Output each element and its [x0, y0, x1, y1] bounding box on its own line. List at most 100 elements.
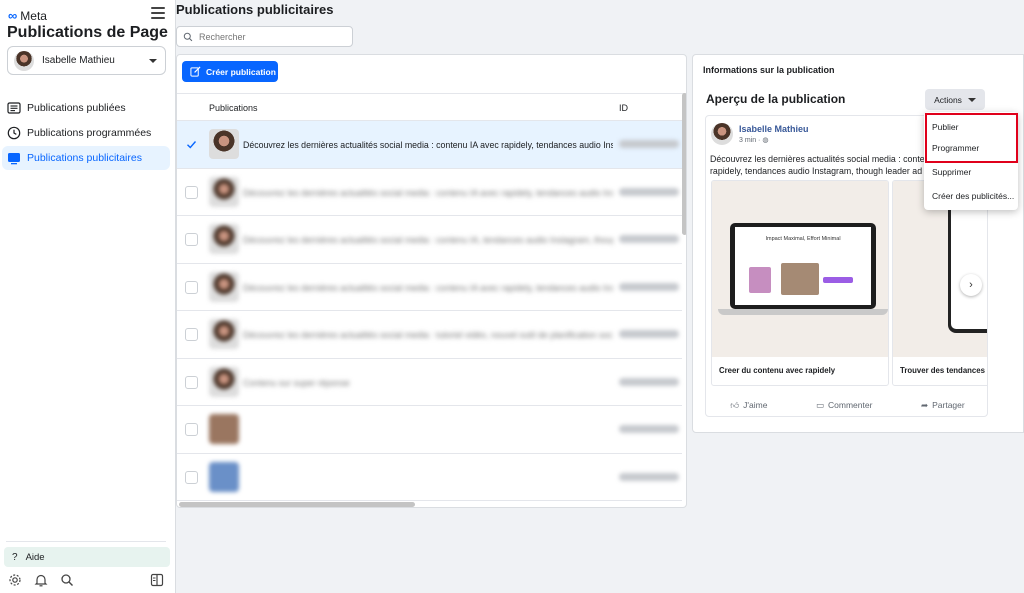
photo-placeholder — [781, 263, 819, 295]
menu-item-creer-publicites[interactable]: Créer des publicités... — [924, 184, 1018, 208]
comment-icon: ▭ — [816, 399, 825, 410]
bell-icon[interactable] — [34, 573, 48, 587]
search-box[interactable] — [176, 26, 353, 47]
search-icon[interactable] — [60, 573, 74, 587]
checkmark-icon — [187, 141, 197, 149]
chevron-down-icon — [149, 58, 157, 63]
post-id-redacted — [619, 425, 679, 433]
section-title: Publications publicitaires — [176, 2, 334, 17]
table-header: Publications ID — [177, 93, 686, 121]
post-timestamp: 3 min · ◍ — [739, 136, 768, 144]
row-checkbox[interactable] — [185, 375, 198, 389]
table-row[interactable]: Découvrez les dernières actualités socia… — [177, 311, 682, 359]
details-section-title: Informations sur la publication — [703, 65, 835, 75]
column-header-publications[interactable]: Publications — [209, 103, 258, 113]
meta-infinity-icon: ∞ — [8, 8, 18, 23]
sidebar-item-scheduled[interactable]: Publications programmées — [2, 121, 170, 145]
carousel-next-button[interactable]: › — [960, 274, 982, 296]
phone-mockup — [948, 201, 987, 333]
post-text: Découvrez les dernières actualités socia… — [243, 140, 613, 150]
publication-details-panel: Informations sur la publication Aperçu d… — [692, 54, 1024, 433]
question-icon: ? — [12, 551, 18, 563]
account-selector[interactable]: Isabelle Mathieu — [7, 46, 166, 75]
row-checkbox[interactable] — [185, 470, 198, 484]
share-icon: ➦ — [920, 399, 929, 410]
laptop-screen-content: Impact Maximal, Effort Minimal — [735, 227, 871, 305]
share-button[interactable]: ➦ Partager — [921, 400, 965, 411]
table-row[interactable]: Contenu sur super réponse — [177, 359, 682, 406]
panel-toggle-icon[interactable] — [150, 573, 164, 587]
post-thumbnail — [209, 224, 239, 254]
table-row[interactable] — [177, 454, 682, 501]
post-text: Découvrez les dernières actualités socia… — [243, 282, 613, 293]
purple-bar — [823, 277, 853, 283]
table-row[interactable]: Découvrez les dernières actualités socia… — [177, 264, 682, 311]
carousel-card[interactable]: Impact Maximal, Effort Minimal Creer du … — [711, 180, 889, 386]
chevron-down-icon — [967, 97, 976, 102]
post-text: Découvrez les dernières actualités socia… — [243, 330, 613, 340]
row-checkbox[interactable] — [185, 138, 198, 151]
post-id-redacted — [619, 282, 679, 291]
list-icon — [7, 102, 21, 114]
table-row[interactable]: Découvrez les dernières actualités socia… — [177, 169, 682, 216]
row-checkbox[interactable] — [185, 185, 198, 199]
horizontal-scrollbar[interactable] — [179, 502, 415, 507]
avatar[interactable] — [711, 123, 733, 145]
post-id-redacted — [619, 235, 679, 243]
divider — [6, 541, 166, 542]
post-carousel[interactable]: Impact Maximal, Effort Minimal Creer du … — [711, 180, 987, 386]
row-checkbox[interactable] — [185, 423, 198, 436]
search-icon — [183, 32, 193, 41]
table-row[interactable] — [177, 406, 682, 454]
share-label: Partager — [932, 400, 965, 410]
scrollbar-thumb[interactable] — [682, 93, 686, 235]
carousel-caption: Trouver des tendances audio — [900, 366, 987, 375]
ad-screen-icon — [8, 153, 20, 165]
column-header-id[interactable]: ID — [619, 103, 628, 113]
edit-icon — [190, 66, 201, 77]
row-checkbox[interactable] — [185, 233, 198, 246]
vertical-scrollbar[interactable] — [682, 93, 686, 507]
post-id-redacted — [619, 377, 679, 386]
post-thumbnail — [209, 461, 239, 492]
sidebar-item-ads[interactable]: Publications publicitaires — [2, 146, 170, 170]
carousel-image: Impact Maximal, Effort Minimal — [712, 181, 888, 357]
gear-icon[interactable] — [8, 573, 22, 587]
post-id-redacted — [619, 330, 679, 338]
meta-logo[interactable]: ∞ Meta — [8, 8, 47, 23]
carousel-caption: Creer du contenu avec rapidely — [719, 366, 836, 375]
post-text: Contenu sur super réponse — [243, 377, 350, 388]
sidebar-item-label: Publications publiées — [27, 102, 126, 114]
row-checkbox[interactable] — [185, 328, 198, 341]
like-button[interactable]: 👍︎ J'aime — [730, 400, 767, 411]
thumbs-up-icon: 👍︎ — [730, 399, 740, 410]
create-publication-label: Créer publication — [206, 66, 276, 77]
table-body: Découvrez les dernières actualités socia… — [177, 121, 682, 501]
row-checkbox[interactable] — [185, 280, 198, 294]
table-row[interactable]: Découvrez les dernières actualités socia… — [177, 216, 682, 264]
account-name: Isabelle Mathieu — [42, 55, 115, 66]
laptop-headline: Impact Maximal, Effort Minimal — [765, 236, 841, 242]
menu-item-supprimer[interactable]: Supprimer — [924, 160, 1018, 184]
photo-placeholder — [749, 267, 771, 293]
laptop-mockup: Impact Maximal, Effort Minimal — [730, 223, 876, 309]
sidebar-item-published[interactable]: Publications publiées — [2, 96, 170, 120]
create-publication-button[interactable]: Créer publication — [182, 61, 278, 82]
table-row[interactable]: Découvrez les dernières actualités socia… — [177, 121, 682, 169]
sidebar-footer — [8, 573, 166, 589]
comment-button[interactable]: ▭ Commenter — [816, 400, 872, 411]
post-author[interactable]: Isabelle Mathieu — [739, 124, 809, 134]
preview-title: Aperçu de la publication — [706, 92, 846, 106]
post-thumbnail — [209, 366, 239, 397]
phone-screen — [951, 205, 987, 329]
post-thumbnail — [209, 176, 239, 207]
post-id-redacted — [619, 187, 679, 196]
sidebar: ∞ Meta Publications de Page Isabelle Mat… — [0, 0, 176, 593]
post-id-redacted — [619, 140, 679, 148]
menu-hamburger-icon[interactable] — [151, 7, 165, 19]
meta-brand-label: Meta — [20, 8, 47, 23]
search-input[interactable] — [199, 31, 339, 42]
actions-dropdown-button[interactable]: Actions — [925, 89, 985, 110]
help-label: Aide — [25, 551, 45, 563]
help-button[interactable]: ? Aide — [4, 547, 170, 567]
